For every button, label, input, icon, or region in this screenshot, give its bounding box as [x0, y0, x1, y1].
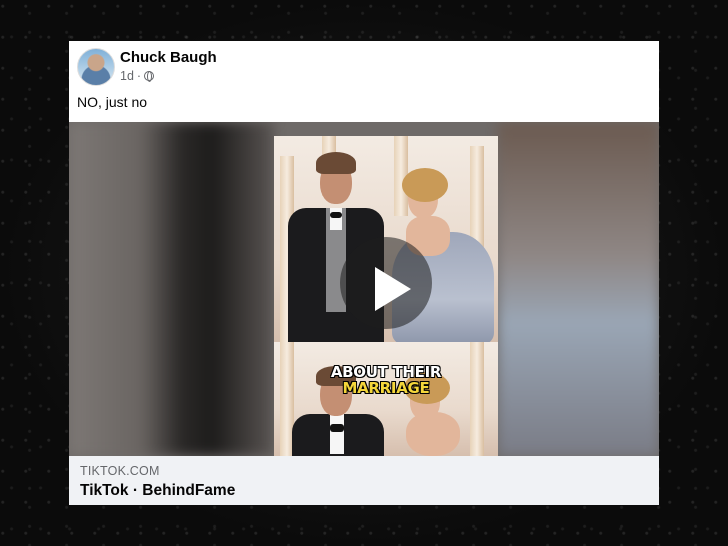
link-domain: TIKTOK.COM: [80, 464, 160, 478]
globe-icon[interactable]: [144, 71, 155, 82]
post-header: Chuck Baugh 1d · NO, just no: [69, 41, 659, 123]
post-text: NO, just no: [77, 94, 148, 110]
blurred-background-right: [498, 122, 659, 456]
meta-separator: ·: [136, 69, 142, 83]
thumbnail-frame-bottom: [274, 342, 498, 456]
play-icon[interactable]: [375, 267, 411, 311]
video-embed[interactable]: ABOUT THEIR MARRIAGE: [69, 122, 659, 456]
facebook-post: Chuck Baugh 1d · NO, just no ABOUT THEIR…: [69, 41, 659, 505]
avatar[interactable]: [77, 48, 115, 86]
video-caption-line2: MARRIAGE: [342, 379, 430, 398]
video-thumbnail[interactable]: ABOUT THEIR MARRIAGE: [274, 136, 498, 456]
link-title[interactable]: TikTok · BehindFame: [80, 482, 235, 500]
post-time[interactable]: 1d: [120, 69, 134, 83]
blurred-background-left: [69, 122, 274, 456]
post-meta: 1d ·: [120, 69, 155, 83]
link-preview[interactable]: TIKTOK.COM TikTok · BehindFame: [69, 456, 659, 505]
author-name[interactable]: Chuck Baugh: [120, 49, 217, 66]
